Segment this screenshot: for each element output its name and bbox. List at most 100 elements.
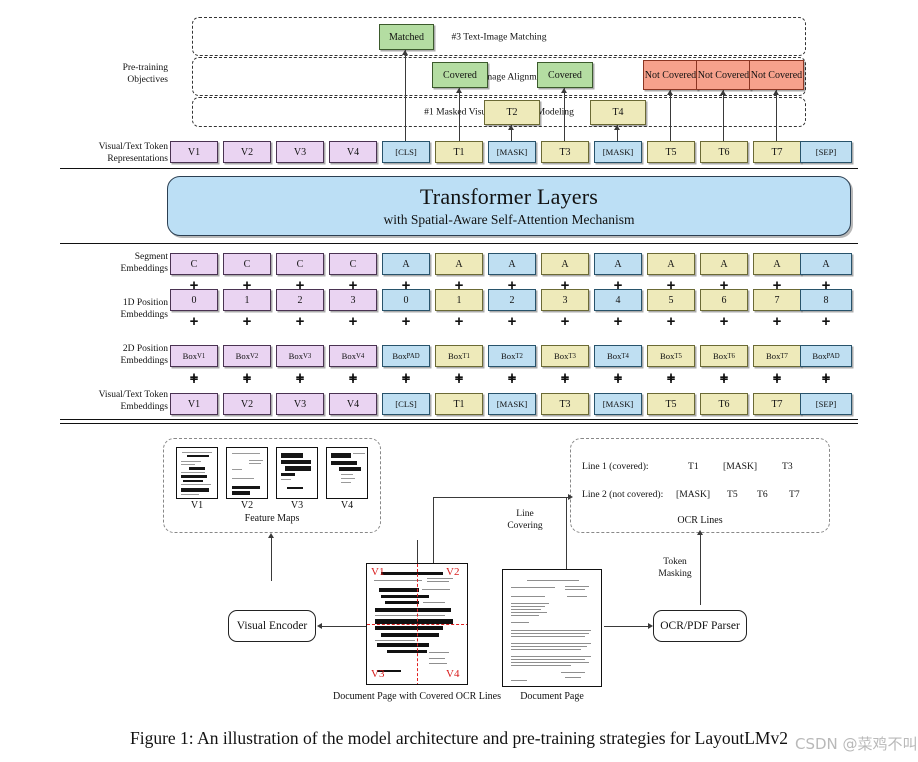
divider-mid-bottom-2 bbox=[60, 423, 858, 424]
visual-encoder-label: Visual Encoder bbox=[236, 620, 308, 632]
ocr-line2-token-0: [MASK] bbox=[676, 489, 711, 500]
label-token-representations: Visual/Text Token Representations bbox=[98, 142, 168, 164]
feature-map-label-v3: V3 bbox=[290, 500, 304, 511]
covered-doc-corner-v1: V1 bbox=[371, 566, 385, 578]
token-rep-t6-10: T6 bbox=[700, 141, 748, 163]
output-box-not-covered-1: Not Covered bbox=[643, 60, 698, 90]
ocr-pdf-parser-label: OCR/PDF Parser bbox=[660, 620, 740, 632]
segment-emb-2: C bbox=[276, 253, 324, 275]
token-rep-t5-9: T5 bbox=[647, 141, 695, 163]
plus-sign-r1-c11: + bbox=[772, 313, 782, 330]
covered-doc-corner-v3: V3 bbox=[371, 668, 385, 680]
connector-down-to-covered-doc bbox=[417, 540, 419, 563]
token-emb-7: T3 bbox=[541, 393, 589, 415]
divider-mid-bottom bbox=[60, 419, 858, 421]
plus-sign-r1-c2: + bbox=[295, 313, 305, 330]
pos2d-emb-8: Box T4 bbox=[594, 345, 642, 367]
output-box-covered-2: Covered bbox=[537, 62, 593, 88]
connector-covering-vertical bbox=[433, 497, 435, 572]
output-box-not-covered-3: Not Covered bbox=[749, 60, 804, 90]
arrow-mask2-to-t2 bbox=[508, 125, 514, 130]
output-box-not-covered-2: Not Covered bbox=[696, 60, 751, 90]
connector-doc-to-parser bbox=[604, 626, 650, 628]
token-rep-sep-12: [SEP] bbox=[800, 141, 852, 163]
plus-sign-r3-c2: + bbox=[295, 371, 305, 388]
connector-t7-to-notcovered bbox=[776, 90, 778, 141]
label-2d-position-embeddings: 2D Position Embeddings bbox=[120, 344, 169, 366]
token-emb-1: V2 bbox=[223, 393, 271, 415]
pos2d-emb-12: Box PAD bbox=[800, 345, 852, 367]
token-rep-mask-8: [MASK] bbox=[594, 141, 642, 163]
plus-sign-r1-c10: + bbox=[719, 313, 729, 330]
token-emb-2: V3 bbox=[276, 393, 324, 415]
output-box-t4: T4 bbox=[590, 100, 646, 125]
token-emb-11: T7 bbox=[753, 393, 801, 415]
pos2d-emb-7: Box T3 bbox=[541, 345, 589, 367]
arrow-cls-to-matched bbox=[402, 50, 408, 55]
objective-label-tim: #3 Text-Image Matching bbox=[451, 31, 547, 42]
feature-map-thumb-v3 bbox=[276, 447, 318, 499]
arrow-mask4-to-t4 bbox=[614, 125, 620, 130]
arrow-t1-to-covered bbox=[456, 88, 462, 93]
token-masking-label: Token Masking bbox=[658, 557, 692, 579]
label-segment-embeddings: Segment Embeddings bbox=[120, 252, 169, 274]
covered-doc-corner-v2: V2 bbox=[446, 566, 460, 578]
token-rep-mask-6: [MASK] bbox=[488, 141, 536, 163]
covered-doc-split-horizontal bbox=[367, 624, 467, 625]
plus-sign-r1-c5: + bbox=[454, 313, 464, 330]
connector-t3-to-covered bbox=[564, 88, 566, 141]
segment-emb-6: A bbox=[488, 253, 536, 275]
plus-sign-r1-c9: + bbox=[666, 313, 676, 330]
pos2d-emb-2: Box V3 bbox=[276, 345, 324, 367]
arrow-encoder-to-featuremaps bbox=[268, 533, 274, 538]
divider-top bbox=[60, 168, 858, 170]
output-box-t2: T2 bbox=[484, 100, 540, 125]
pos2d-emb-4: Box PAD bbox=[382, 345, 430, 367]
ocr-pdf-parser-box[interactable]: OCR/PDF Parser bbox=[653, 610, 747, 642]
feature-map-label-v1: V1 bbox=[190, 500, 204, 511]
connector-t6-to-notcovered bbox=[723, 90, 725, 141]
feature-map-label-v4: V4 bbox=[340, 500, 354, 511]
ocr-line2-token-3: T7 bbox=[789, 489, 800, 500]
arrow-parser-to-ocrlines bbox=[697, 530, 703, 535]
token-rep-v2-1: V2 bbox=[223, 141, 271, 163]
plus-sign-r3-c8: + bbox=[613, 371, 623, 388]
plus-sign-r3-c3: + bbox=[348, 371, 358, 388]
ocr-line2-token-1: T5 bbox=[727, 489, 738, 500]
figure-canvas: Pre-training Objectives Visual/Text Toke… bbox=[0, 0, 918, 762]
visual-encoder-box[interactable]: Visual Encoder bbox=[228, 610, 316, 642]
plus-sign-r0-c6: + bbox=[507, 277, 517, 294]
segment-emb-5: A bbox=[435, 253, 483, 275]
plus-sign-r1-c1: + bbox=[242, 313, 252, 330]
pos2d-emb-11: Box T7 bbox=[753, 345, 801, 367]
plus-sign-r0-c11: + bbox=[772, 277, 782, 294]
token-rep-v4-3: V4 bbox=[329, 141, 377, 163]
plus-sign-r0-c10: + bbox=[719, 277, 729, 294]
token-emb-0: V1 bbox=[170, 393, 218, 415]
plus-sign-r3-c5: + bbox=[454, 371, 464, 388]
feature-map-label-v2: V2 bbox=[240, 500, 254, 511]
token-emb-9: T5 bbox=[647, 393, 695, 415]
feature-maps-caption: Feature Maps bbox=[244, 513, 300, 524]
arrow-t7-to-notcovered bbox=[773, 90, 779, 95]
plus-sign-r3-c4: + bbox=[401, 371, 411, 388]
connector-t5-to-notcovered bbox=[670, 90, 672, 141]
ocr-line-1-label: Line 1 (covered): bbox=[582, 461, 649, 472]
covered-document-page bbox=[366, 563, 468, 685]
segment-emb-1: C bbox=[223, 253, 271, 275]
pos2d-emb-1: Box V2 bbox=[223, 345, 271, 367]
ocr-line1-token-0: T1 bbox=[688, 461, 699, 472]
document-page-caption: Document Page bbox=[520, 691, 584, 702]
connector-encoder-to-featuremaps bbox=[271, 536, 273, 581]
figure-caption: Figure 1: An illustration of the model a… bbox=[129, 728, 788, 748]
plus-sign-r0-c8: + bbox=[613, 277, 623, 294]
pos2d-emb-10: Box T6 bbox=[700, 345, 748, 367]
label-1d-position-embeddings: 1D Position Embeddings bbox=[120, 298, 169, 320]
token-emb-6: [MASK] bbox=[488, 393, 536, 415]
connector-doc-to-encoder bbox=[322, 626, 366, 628]
transformer-layers-block: Transformer Layers with Spatial-Aware Se… bbox=[167, 176, 851, 236]
plus-sign-r1-c3: + bbox=[348, 313, 358, 330]
pos2d-emb-3: Box V4 bbox=[329, 345, 377, 367]
token-rep-t3-7: T3 bbox=[541, 141, 589, 163]
plus-sign-r1-c12: + bbox=[821, 313, 831, 330]
